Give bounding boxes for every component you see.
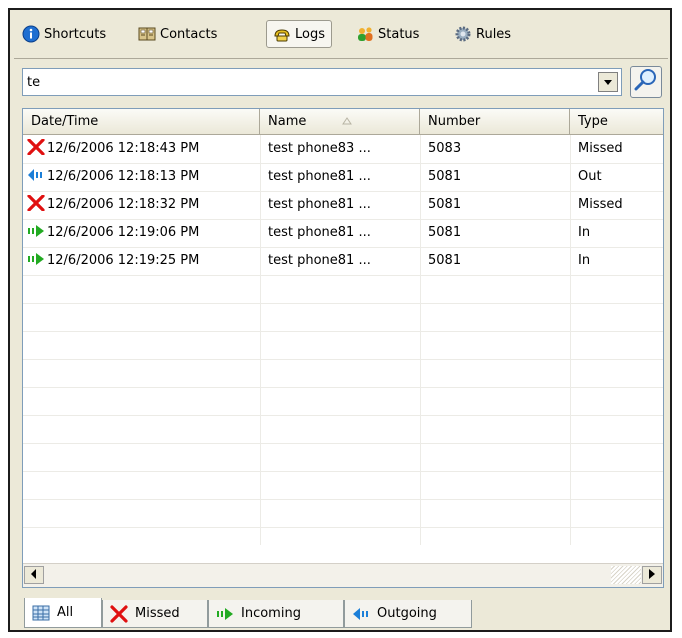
- scroll-right-button[interactable]: [642, 566, 662, 584]
- number-cell: 5081: [428, 253, 462, 268]
- name-cell: test phone81 ...: [268, 197, 371, 212]
- number-cell: 5081: [428, 169, 462, 184]
- grid-line: [23, 471, 663, 472]
- status-users-icon: [356, 25, 374, 43]
- datetime-text: 12/6/2006 12:18:32 PM: [47, 197, 200, 212]
- grid-line: [23, 527, 663, 528]
- arrow-right-icon: [649, 568, 655, 583]
- search-combobox[interactable]: [22, 68, 622, 96]
- toolbar-label: Rules: [476, 26, 512, 42]
- outgoing-call-icon: [351, 605, 371, 623]
- scrollbar-thumb[interactable]: [611, 566, 641, 584]
- search-input[interactable]: [25, 72, 594, 92]
- rules-gear-icon: [454, 25, 472, 43]
- type-cell: In: [578, 225, 591, 240]
- missed-call-icon: [27, 194, 45, 212]
- arrow-left-icon: [31, 568, 37, 583]
- grid-line: [23, 275, 663, 276]
- tab-label: Missed: [135, 606, 180, 621]
- toolbar-label: Contacts: [160, 26, 218, 42]
- tab-all[interactable]: All: [24, 598, 102, 628]
- grid-line: [23, 443, 663, 444]
- table-icon: [31, 604, 51, 622]
- table-row[interactable]: 12/6/2006 12:18:43 PM test phone83 ... 5…: [23, 135, 663, 163]
- number-cell: 5083: [428, 141, 462, 156]
- datetime-text: 12/6/2006 12:19:25 PM: [47, 253, 200, 268]
- scroll-left-button[interactable]: [24, 566, 44, 584]
- tab-label: All: [57, 605, 74, 620]
- top-toolbar: Shortcuts Contacts Logs Status Rules: [16, 16, 656, 50]
- search-icon: [633, 67, 659, 97]
- name-cell: test phone81 ...: [268, 225, 371, 240]
- toolbar-status[interactable]: Status: [350, 20, 425, 48]
- number-cell: 5081: [428, 197, 462, 212]
- table-row[interactable]: 12/6/2006 12:19:06 PM test phone81 ... 5…: [23, 219, 663, 247]
- filter-tabs: All Missed Incoming Outgoing: [24, 598, 664, 628]
- type-cell: In: [578, 253, 591, 268]
- datetime-cell: 12/6/2006 12:18:43 PM: [23, 135, 260, 163]
- tab-outgoing[interactable]: Outgoing: [344, 600, 472, 628]
- horizontal-scrollbar[interactable]: [23, 563, 663, 587]
- missed-call-icon: [27, 138, 45, 156]
- chevron-down-icon: [603, 75, 613, 90]
- sort-ascending-icon: [342, 109, 352, 135]
- grid-line: [23, 359, 663, 360]
- grid-line: [23, 499, 663, 500]
- incoming-call-icon: [27, 222, 45, 238]
- outgoing-call-icon: [27, 166, 45, 182]
- table-row[interactable]: 12/6/2006 12:18:13 PM test phone81 ... 5…: [23, 163, 663, 191]
- toolbar-logs[interactable]: Logs: [266, 20, 332, 48]
- table-row[interactable]: 12/6/2006 12:19:25 PM test phone81 ... 5…: [23, 247, 663, 275]
- datetime-cell: 12/6/2006 12:18:13 PM: [23, 163, 260, 191]
- datetime-text: 12/6/2006 12:18:13 PM: [47, 169, 200, 184]
- incoming-call-icon: [215, 605, 235, 623]
- log-window: Shortcuts Contacts Logs Status Rules te …: [8, 8, 672, 632]
- dropdown-button[interactable]: [598, 72, 618, 92]
- tab-label: Incoming: [241, 606, 301, 621]
- column-header-type[interactable]: Type: [570, 109, 663, 135]
- grid-line: [23, 387, 663, 388]
- grid-line: [23, 415, 663, 416]
- name-cell: test phone81 ...: [268, 253, 371, 268]
- info-icon: [22, 25, 40, 43]
- missed-call-icon: [109, 604, 129, 623]
- type-cell: Missed: [578, 141, 623, 156]
- contacts-book-icon: [138, 25, 156, 43]
- toolbar-shortcuts[interactable]: Shortcuts: [16, 20, 112, 48]
- toolbar-label: Status: [378, 26, 420, 42]
- call-log-table[interactable]: Date/Time Name Number Type 12/6/2006 12:…: [22, 108, 664, 588]
- table-row[interactable]: 12/6/2006 12:18:32 PM test phone81 ... 5…: [23, 191, 663, 219]
- toolbar-contacts[interactable]: Contacts: [132, 20, 223, 48]
- toolbar-label: Shortcuts: [44, 26, 107, 42]
- type-cell: Missed: [578, 197, 623, 212]
- column-header-number[interactable]: Number: [420, 109, 570, 135]
- grid-line: [23, 303, 663, 304]
- type-cell: Out: [578, 169, 602, 184]
- datetime-cell: 12/6/2006 12:19:25 PM: [23, 247, 260, 275]
- search-button[interactable]: [630, 66, 662, 98]
- column-header-datetime[interactable]: Date/Time: [23, 109, 260, 135]
- phone-logs-icon: [273, 25, 291, 43]
- number-cell: 5081: [428, 225, 462, 240]
- tab-incoming[interactable]: Incoming: [208, 600, 344, 628]
- datetime-text: 12/6/2006 12:18:43 PM: [47, 141, 200, 156]
- datetime-text: 12/6/2006 12:19:06 PM: [47, 225, 200, 240]
- toolbar-rules[interactable]: Rules: [448, 20, 517, 48]
- column-header-name[interactable]: Name: [260, 109, 420, 135]
- tab-missed[interactable]: Missed: [102, 600, 208, 628]
- datetime-cell: 12/6/2006 12:19:06 PM: [23, 219, 260, 247]
- column-header-label: Name: [268, 114, 307, 129]
- datetime-cell: 12/6/2006 12:18:32 PM: [23, 191, 260, 219]
- name-cell: test phone83 ...: [268, 141, 371, 156]
- toolbar-divider: [14, 58, 668, 59]
- toolbar-label: Logs: [295, 26, 325, 42]
- grid-line: [23, 331, 663, 332]
- table-header: Date/Time Name Number Type: [23, 109, 663, 135]
- incoming-call-icon: [27, 250, 45, 266]
- name-cell: test phone81 ...: [268, 169, 371, 184]
- tab-label: Outgoing: [377, 606, 437, 621]
